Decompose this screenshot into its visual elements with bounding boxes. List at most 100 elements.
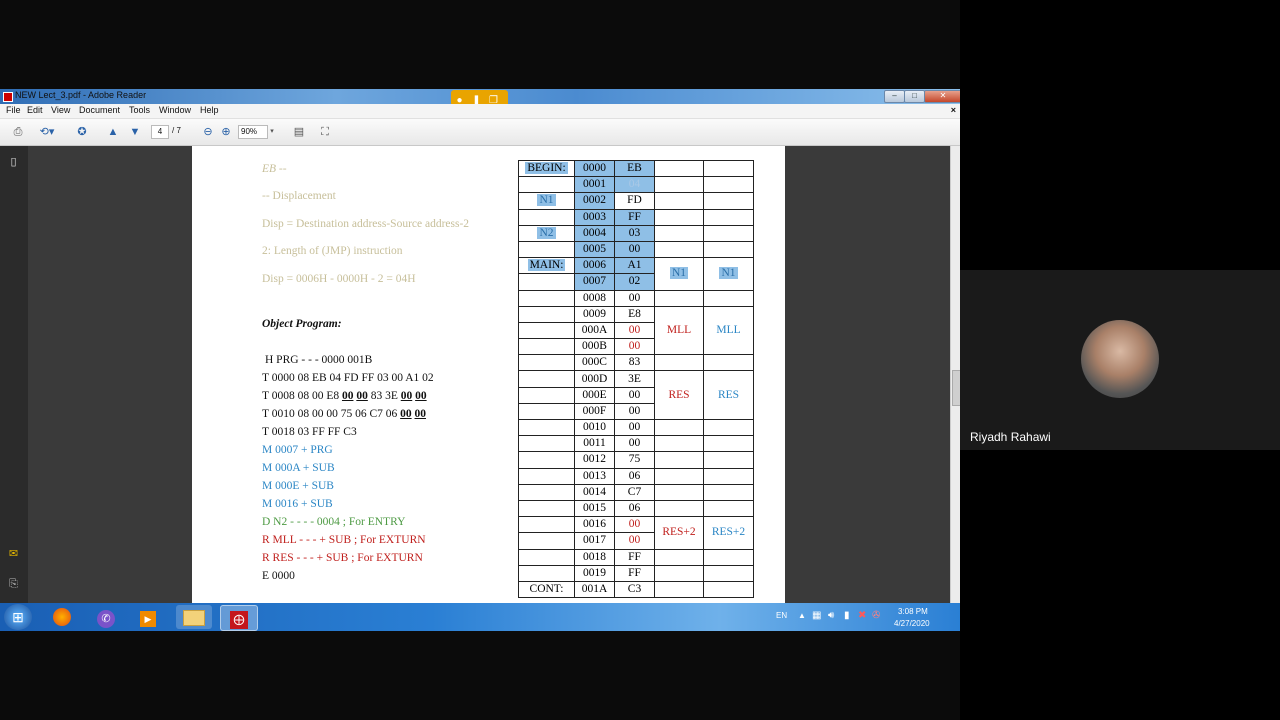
address-cell: 0002	[574, 192, 615, 210]
adobe-reader-taskbar-icon[interactable]: ⨁	[220, 605, 258, 631]
scrollbar-thumb[interactable]	[952, 370, 960, 406]
menu-edit[interactable]: Edit	[27, 105, 43, 115]
clock-date[interactable]: 4/27/2020	[894, 619, 930, 628]
page-number-input[interactable]: 4	[151, 125, 169, 139]
minimize-button[interactable]: –	[884, 90, 905, 103]
page-total: / 7	[172, 126, 181, 135]
text-record-2-byte-4: 00	[415, 390, 427, 402]
collaborate-icon[interactable]: ✪	[73, 125, 91, 139]
participant-avatar	[1081, 320, 1159, 398]
print-icon[interactable]: ⎙	[10, 125, 26, 139]
start-button[interactable]: ⊞	[4, 604, 32, 630]
menu-view[interactable]: View	[51, 105, 70, 115]
label-cell	[518, 176, 575, 194]
value-cell: 00	[614, 402, 655, 421]
table-row: N1 0002 FD	[518, 192, 754, 210]
value-cell: 03	[614, 224, 655, 242]
modification-record-1: M 0007 + PRG	[262, 444, 333, 456]
modification-record-3: M 000E + SUB	[262, 480, 334, 492]
label-cell	[518, 321, 575, 340]
antivirus-icon[interactable]: ✇	[872, 610, 880, 621]
refer-record-1: R MLL - - - + SUB ; For EXTURN	[262, 534, 426, 546]
show-hidden-icons-icon[interactable]: ▲	[798, 611, 806, 620]
value-cell: 00	[614, 240, 655, 259]
volume-icon[interactable]: 🔊︎	[828, 610, 834, 621]
value-cell: 00	[614, 532, 655, 550]
value-cell: C3	[614, 580, 655, 599]
menu-document[interactable]: Document	[79, 105, 120, 115]
modification-record-4: M 0016 + SUB	[262, 498, 333, 510]
label-cell	[518, 289, 575, 307]
zoom-dropdown-icon[interactable]: ▾	[268, 125, 276, 139]
address-cell: 000A	[574, 321, 615, 340]
label-cell	[518, 418, 575, 437]
text-record-2-byte-1: 00	[341, 390, 354, 402]
windows-taskbar: ⊞ ✆ ▶ ⨁ EN ▲ ▦ 🔊︎ ▮ ✖ ✇ 3:08 PM 4/27/202…	[0, 603, 960, 631]
pages-panel-icon[interactable]: ▯	[7, 156, 20, 169]
network-icon[interactable]: ▦	[812, 610, 821, 621]
label-cell	[518, 402, 575, 421]
address-cell: 0011	[574, 435, 615, 453]
label-cell	[518, 386, 575, 404]
table-row: MAIN: 0006 A1 N1 N1	[518, 257, 754, 291]
firefox-taskbar-icon[interactable]	[44, 605, 80, 629]
file-explorer-taskbar-icon[interactable]	[176, 605, 212, 629]
header-record: H PRG - - - 0000 001B	[265, 354, 373, 366]
table-row: 0005 00	[518, 240, 754, 259]
viber-taskbar-icon[interactable]: ✆	[88, 605, 124, 629]
label-cell	[518, 483, 575, 501]
address-cell: 0018	[574, 548, 615, 566]
value-cell: 02	[614, 273, 655, 291]
text-record-3-byte-2: 00	[414, 408, 427, 420]
signal-icon[interactable]: ▮	[844, 610, 850, 621]
maximize-button[interactable]: □	[904, 90, 925, 103]
text-record-2-byte-2: 00	[356, 390, 368, 402]
fit-page-icon[interactable]: ▤	[292, 125, 306, 139]
address-cell: 000D	[574, 370, 615, 388]
vertical-scrollbar[interactable]	[950, 146, 960, 603]
table-row: 0019 FF	[518, 564, 754, 582]
address-cell: 000C	[574, 354, 615, 372]
address-cell: 0006	[574, 257, 615, 275]
media-player-taskbar-icon[interactable]: ▶	[130, 605, 166, 629]
value-cell: 83	[614, 354, 655, 372]
text-record-3-prefix: T 0010 08 00 00 75 06 C7 06	[262, 408, 401, 420]
address-cell: 0005	[574, 240, 615, 259]
label-cell	[518, 305, 575, 323]
clock-time[interactable]: 3:08 PM	[898, 607, 928, 616]
label-cell	[518, 240, 575, 259]
fullscreen-icon[interactable]: ⛶	[318, 125, 332, 139]
table-row: 0011 00	[518, 435, 754, 453]
zoom-level-input[interactable]: 90%	[238, 125, 268, 139]
value-cell: FF	[614, 208, 655, 226]
zoom-in-icon[interactable]: ⊕	[220, 125, 232, 139]
menu-window[interactable]: Window	[159, 105, 191, 115]
zoom-out-icon[interactable]: ⊖	[202, 125, 214, 139]
window-title: NEW Lect_3.pdf - Adobe Reader	[15, 90, 147, 100]
previous-page-icon[interactable]: ▲	[106, 125, 120, 139]
language-indicator[interactable]: EN	[776, 611, 787, 620]
address-cell: 0013	[574, 467, 615, 485]
address-cell: 0004	[574, 224, 615, 242]
next-page-icon[interactable]: ▼	[128, 125, 142, 139]
value-cell: E8	[614, 305, 655, 323]
close-button[interactable]: ✕	[924, 90, 960, 103]
note-eb: EB --	[262, 163, 287, 175]
label-cell	[518, 467, 575, 485]
share-icon[interactable]: ⟲▾	[36, 125, 58, 139]
table-row: N2 0004 03	[518, 224, 754, 242]
merged-n1-cell: N1	[719, 267, 738, 280]
menu-tools[interactable]: Tools	[129, 105, 150, 115]
address-cell: 000F	[574, 402, 615, 421]
address-cell: 0009	[574, 305, 615, 323]
attachments-icon[interactable]: ⎘	[7, 578, 20, 591]
menu-help[interactable]: Help	[200, 105, 219, 115]
document-close-icon[interactable]: ×	[951, 105, 956, 115]
security-alert-icon[interactable]: ✖	[858, 610, 866, 621]
menu-file[interactable]: File	[6, 105, 21, 115]
title-bar[interactable]: NEW Lect_3.pdf - Adobe Reader ● ❚ ❐ – □ ✕	[0, 89, 960, 108]
table-row: 0001 04	[518, 176, 754, 194]
table-row: 0012 75	[518, 451, 754, 469]
comments-icon[interactable]: ✉	[7, 548, 20, 561]
table-row: 0008 00	[518, 289, 754, 307]
